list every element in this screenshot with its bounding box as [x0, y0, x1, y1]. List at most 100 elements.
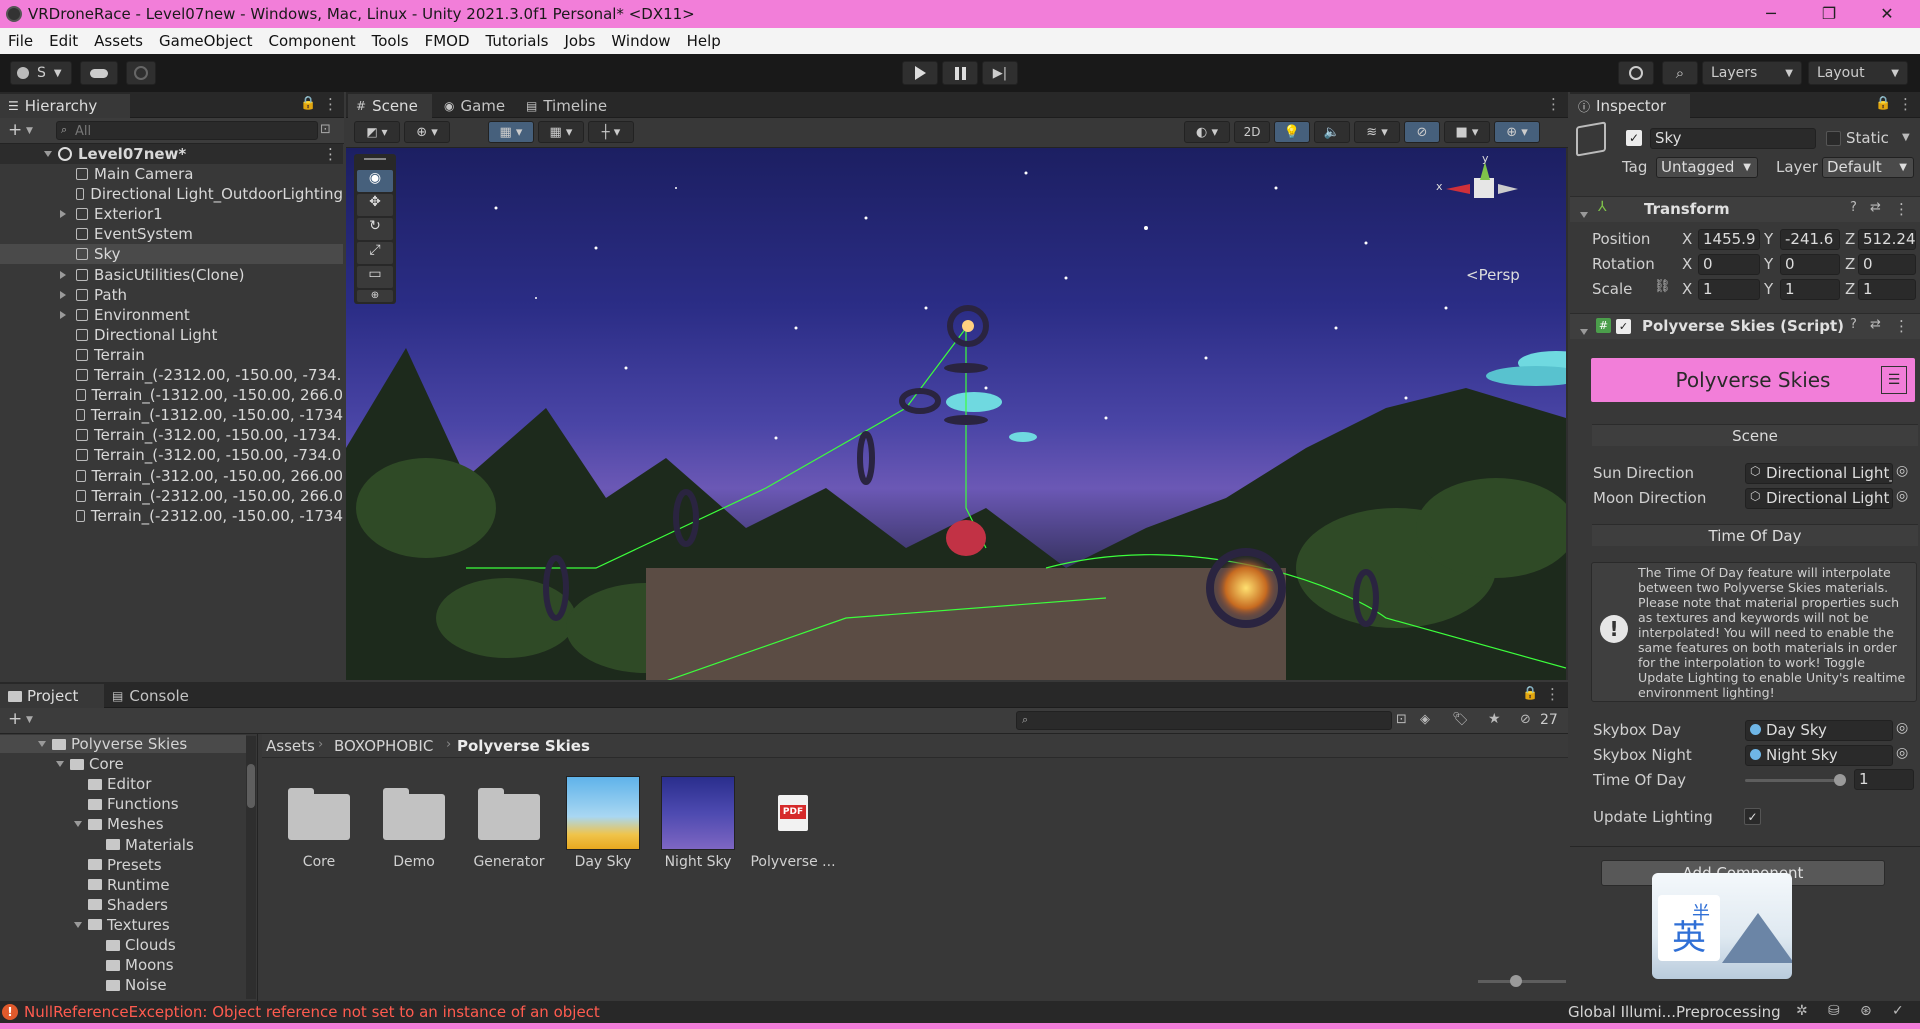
collapse-arrow-icon[interactable] — [1580, 321, 1594, 339]
scale-tool-icon[interactable]: ⤢ — [357, 242, 393, 264]
scene-root-row[interactable]: Level07new* ⋮ — [0, 144, 343, 164]
layer-dropdown[interactable]: Default ▼ — [1822, 157, 1914, 178]
tab-console[interactable]: ▤ Console — [104, 684, 204, 708]
expand-arrow-icon[interactable] — [74, 821, 82, 828]
hierarchy-item[interactable]: Main Camera — [0, 164, 343, 184]
tab-game[interactable]: ◉ Game — [436, 94, 516, 118]
menu-component[interactable]: Component — [261, 32, 364, 50]
preset-icon[interactable]: ⇄ — [1870, 317, 1881, 332]
project-tree-item[interactable]: Core — [56, 755, 124, 773]
view-tool-eye-icon[interactable]: ◉ — [357, 170, 393, 192]
static-checkbox[interactable] — [1826, 131, 1841, 146]
collapse-arrow-icon[interactable] — [1580, 204, 1594, 222]
project-tree-item[interactable]: Functions — [74, 795, 179, 813]
project-search-input[interactable] — [1016, 711, 1392, 730]
check-icon[interactable]: ✓ — [1892, 1003, 1904, 1019]
lock-icon[interactable]: 🔒 — [300, 96, 316, 111]
hierarchy-item[interactable]: Terrain_(-312.00, -150.00, 266.00 — [0, 466, 343, 486]
layers-dropdown[interactable]: Layers ▼ — [1702, 61, 1802, 85]
active-checkbox[interactable]: ✓ — [1626, 130, 1642, 146]
hierarchy-item[interactable]: Terrain_(-2312.00, -150.00, -734. — [0, 365, 343, 385]
kebab-menu-icon[interactable]: ⋮ — [1894, 200, 1909, 218]
preset-icon[interactable]: ⇄ — [1870, 200, 1881, 215]
hierarchy-item[interactable]: Terrain_(-2312.00, -150.00, 266.0 — [0, 486, 343, 506]
breadcrumb-assets[interactable]: Assets — [266, 737, 315, 755]
tab-scene[interactable]: # Scene — [348, 94, 432, 118]
asset-folder-generator[interactable] — [478, 786, 540, 840]
hidden-packages-icon[interactable]: ⊘ — [1520, 712, 1531, 727]
menu-assets[interactable]: Assets — [86, 32, 151, 50]
object-picker-icon[interactable]: ◎ — [1896, 720, 1908, 736]
project-tree-item[interactable]: Textures — [74, 916, 170, 934]
project-tree-item[interactable]: Noise — [92, 976, 167, 994]
hierarchy-search-input[interactable]: All — [56, 121, 318, 140]
camera-dropdown[interactable]: ■ ▾ — [1444, 121, 1490, 143]
mode-2d-toggle[interactable]: 2D — [1234, 121, 1270, 143]
zoom-slider-thumb[interactable] — [1510, 975, 1522, 987]
asset-folder-core[interactable] — [288, 786, 350, 840]
project-tree-item[interactable]: Shaders — [74, 896, 168, 914]
rotate-tool-icon[interactable]: ↻ — [357, 218, 393, 240]
hierarchy-item[interactable]: Terrain — [0, 345, 343, 365]
step-button[interactable]: ▶| — [982, 61, 1018, 85]
object-picker-icon[interactable]: ◎ — [1896, 488, 1908, 504]
lighting-toggle[interactable]: 💡 — [1274, 121, 1310, 143]
breadcrumb-polyverse-skies[interactable]: Polyverse Skies — [457, 737, 590, 755]
pause-button[interactable] — [942, 61, 978, 85]
cache-icon[interactable]: ⛁ — [1828, 1003, 1840, 1019]
transform-tool-icon[interactable]: ⊕ — [357, 290, 393, 302]
hierarchy-item[interactable]: Terrain_(-312.00, -150.00, -734.0 — [0, 445, 343, 465]
scale-y-field[interactable]: 1 — [1780, 279, 1840, 300]
object-picker-icon[interactable]: ◎ — [1896, 745, 1908, 761]
script-enabled-checkbox[interactable]: ✓ — [1616, 319, 1631, 334]
gizmos-dropdown[interactable]: ⊕ ▾ — [1494, 121, 1540, 143]
menu-fmod[interactable]: FMOD — [417, 32, 478, 50]
expand-arrow-icon[interactable] — [60, 310, 66, 319]
hierarchy-item[interactable]: Directional Light_OutdoorLighting — [0, 184, 343, 204]
effects-dropdown[interactable]: ≋ ▾ — [1354, 121, 1400, 143]
play-button[interactable] — [902, 61, 938, 85]
hierarchy-item[interactable]: Terrain_(-1312.00, -150.00, 266.0 — [0, 385, 343, 405]
menu-edit[interactable]: Edit — [41, 32, 86, 50]
expand-arrow-icon[interactable] — [60, 270, 66, 279]
lock-icon[interactable]: 🔒 — [1522, 686, 1538, 701]
ruler-dropdown[interactable]: ┼ ▾ — [588, 121, 634, 143]
kebab-menu-icon[interactable]: ⋮ — [1894, 317, 1909, 335]
project-tree-item[interactable]: Polyverse Skies — [0, 735, 246, 753]
expand-arrow-icon[interactable] — [60, 290, 66, 299]
hierarchy-item[interactable]: EventSystem — [0, 224, 343, 244]
hierarchy-item[interactable]: BasicUtilities(Clone) — [0, 265, 343, 285]
asset-day-sky-thumbnail[interactable] — [566, 776, 640, 850]
render-mode-dropdown[interactable]: ◐ ▾ — [1184, 121, 1230, 143]
expand-arrow-icon[interactable] — [74, 921, 82, 928]
breadcrumb-boxophobic[interactable]: BOXOPHOBIC — [334, 737, 433, 755]
lock-icon[interactable]: 🔒 — [1875, 96, 1891, 111]
layout-dropdown[interactable]: Layout ▼ — [1808, 61, 1908, 85]
moon-direction-field[interactable]: Directional Light — [1745, 488, 1893, 509]
time-of-day-field[interactable]: 1 — [1854, 769, 1914, 790]
hierarchy-item[interactable]: Path — [0, 285, 343, 305]
visibility-toggle[interactable]: ⊘ — [1404, 121, 1440, 143]
rotation-z-field[interactable]: 0 — [1858, 254, 1916, 275]
minimize-button[interactable]: ─ — [1742, 0, 1800, 28]
position-y-field[interactable]: -241.6 — [1780, 229, 1840, 250]
position-z-field[interactable]: 512.24 — [1858, 229, 1916, 250]
pdf-icon[interactable]: PDF — [778, 795, 808, 831]
tree-scrollbar[interactable] — [246, 736, 256, 999]
tab-timeline[interactable]: ▤ Timeline — [518, 94, 618, 118]
expand-arrow-icon[interactable] — [56, 761, 64, 768]
kebab-menu-icon[interactable]: ⋮ — [1546, 95, 1561, 113]
tab-inspector[interactable]: ⓘ Inspector — [1570, 94, 1690, 118]
menu-jobs[interactable]: Jobs — [556, 32, 603, 50]
hierarchy-item[interactable]: Sky — [0, 244, 343, 265]
cloud-button[interactable] — [80, 61, 118, 85]
hierarchy-item[interactable]: Environment — [0, 305, 343, 325]
orientation-gizmo[interactable]: y x — [1436, 152, 1546, 248]
hierarchy-item[interactable]: Directional Light — [0, 325, 343, 345]
scale-z-field[interactable]: 1 — [1858, 279, 1916, 300]
label-icon[interactable]: 🏷 — [1452, 712, 1469, 727]
search-button[interactable]: ⌕ — [1662, 61, 1698, 85]
tag-dropdown[interactable]: Untagged ▼ — [1656, 157, 1758, 178]
constrain-proportions-icon[interactable]: ⛓ — [1654, 279, 1671, 294]
hierarchy-item[interactable]: Terrain_(-312.00, -150.00, -1734. — [0, 425, 343, 445]
